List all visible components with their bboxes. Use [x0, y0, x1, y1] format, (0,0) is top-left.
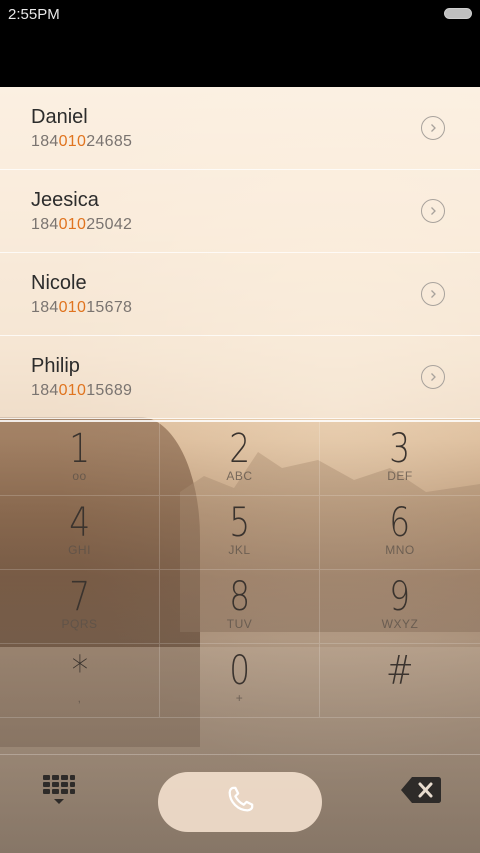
chevron-right-circle-icon[interactable] — [421, 199, 445, 223]
contact-name: Philip — [31, 355, 80, 377]
key-digit: 1 — [69, 426, 90, 472]
chevron-right-circle-icon[interactable] — [421, 116, 445, 140]
key-digit: 9 — [389, 574, 411, 620]
contact-row-philip[interactable]: Philip 18401015689 — [0, 336, 480, 419]
battery-icon — [444, 8, 472, 19]
key-digit: 3 — [389, 426, 411, 472]
number-match-highlight: 010 — [58, 133, 87, 150]
key-digit: 0 — [229, 648, 250, 694]
key-digit: # — [386, 648, 414, 694]
key-3[interactable]: 3 DEF — [320, 422, 480, 496]
number-match-highlight: 010 — [58, 216, 87, 233]
key-5[interactable]: 5 JKL — [160, 496, 320, 570]
dialpad-grid-icon[interactable] — [41, 773, 77, 807]
contact-number: 18401025042 — [31, 216, 133, 233]
contact-suggestion-list: Daniel 18401024685 Jeesica 18401025042 N… — [0, 87, 480, 419]
key-hash[interactable]: # — [320, 644, 480, 718]
status-bar: 2:55PM — [0, 0, 480, 87]
contact-name: Daniel — [31, 106, 88, 128]
key-4[interactable]: 4 GHI — [0, 496, 160, 570]
key-digit: 8 — [229, 574, 250, 620]
key-6[interactable]: 6 MNO — [320, 496, 480, 570]
key-digit: 5 — [229, 500, 250, 546]
dialer-screen: Daniel 18401024685 Jeesica 18401025042 N… — [0, 87, 480, 853]
dialer-action-bar — [0, 754, 480, 853]
chevron-right-circle-icon[interactable] — [421, 365, 445, 389]
key-0[interactable]: 0 + — [160, 644, 320, 718]
contact-number: 18401024685 — [31, 133, 133, 150]
phone-handset-icon — [225, 785, 255, 820]
key-9[interactable]: 9 WXYZ — [320, 570, 480, 644]
dial-keypad: 1 oo 2 ABC 3 DEF 4 GHI 5 JKL 6 MNO 7 PQR… — [0, 422, 480, 752]
contact-row-jeesica[interactable]: Jeesica 18401025042 — [0, 170, 480, 253]
call-button[interactable] — [158, 772, 322, 832]
key-1[interactable]: 1 oo — [0, 422, 160, 496]
contact-number: 18401015689 — [31, 382, 133, 399]
contact-name: Nicole — [31, 272, 87, 294]
key-digit: 2 — [229, 426, 250, 472]
key-2[interactable]: 2 ABC — [160, 422, 320, 496]
contact-number: 18401015678 — [31, 299, 133, 316]
contact-row-daniel[interactable]: Daniel 18401024685 — [0, 87, 480, 170]
key-digit: 7 — [69, 574, 90, 620]
contact-name: Jeesica — [31, 189, 99, 211]
chevron-right-circle-icon[interactable] — [421, 282, 445, 306]
key-star[interactable]: * , — [0, 644, 160, 718]
contact-row-nicole[interactable]: Nicole 18401015678 — [0, 253, 480, 336]
number-match-highlight: 010 — [58, 382, 87, 399]
key-digit: 6 — [389, 500, 411, 546]
key-7[interactable]: 7 PQRS — [0, 570, 160, 644]
key-digit: * — [71, 648, 88, 694]
key-8[interactable]: 8 TUV — [160, 570, 320, 644]
number-match-highlight: 010 — [58, 299, 87, 316]
status-time: 2:55PM — [8, 6, 60, 23]
backspace-icon[interactable] — [400, 775, 442, 805]
key-digit: 4 — [69, 500, 90, 546]
